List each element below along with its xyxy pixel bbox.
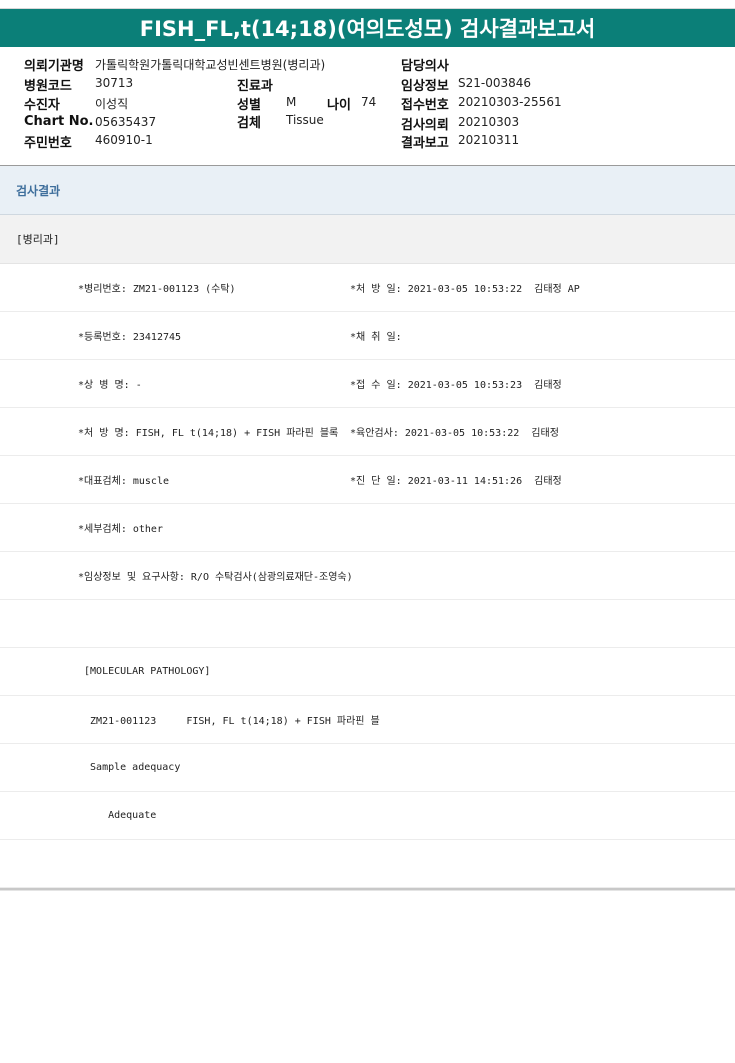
rrn-value: 460910-1 (95, 133, 153, 147)
result-row: *처 방 명: FISH, FL t(14;18) + FISH 파라핀 블록 … (0, 408, 735, 456)
patient-info-panel: 의뢰기관명 가톨릭학원가톨릭대학교성빈센트병원(병리과) 담당의사 병원코드 3… (0, 47, 735, 165)
hospital-code-value: 30713 (95, 76, 134, 90)
institution-value: 가톨릭학원가톨릭대학교성빈센트병원(병리과) (95, 58, 326, 72)
chart-no-value: 05635437 (95, 115, 157, 129)
patient-label: 수진자 (24, 98, 60, 113)
result-row: *등록번호: 23412745 *채 취 일: (0, 312, 735, 360)
detail-text: *세부검체: other (78, 524, 163, 535)
detail-text: ZM21-001123 FISH, FL t(14;18) + FISH 파라핀… (78, 716, 380, 727)
rrn-label: 주민번호 (24, 136, 72, 151)
receipt-no-label: 접수번호 (401, 98, 449, 113)
detail-text: Sample adequacy (78, 762, 181, 773)
doctor-label: 담당의사 (401, 59, 449, 74)
result-field-right: *육안검사: 2021-03-05 10:53:22 김태정 (350, 428, 559, 439)
detail-row (0, 600, 735, 648)
request-value: 20210303 (458, 115, 520, 129)
detail-row: [MOLECULAR PATHOLOGY] (0, 648, 735, 696)
report-value: 20210311 (458, 133, 520, 147)
sex-label: 성별 (237, 98, 261, 113)
result-field-right: *진 단 일: 2021-03-11 14:51:26 김태정 (350, 476, 562, 487)
receipt-no-value: 20210303-25561 (458, 95, 562, 109)
detail-row: ZM21-001123 FISH, FL t(14;18) + FISH 파라핀… (0, 696, 735, 744)
request-label: 검사의뢰 (401, 118, 449, 133)
report-label: 결과보고 (401, 136, 449, 151)
result-field-left: *처 방 명: FISH, FL t(14;18) + FISH 파라핀 블록 (78, 428, 339, 439)
department-header: [병리과] (0, 215, 735, 264)
result-field-left: *대표검체: muscle (78, 476, 169, 487)
result-field-left: *병리번호: ZM21-001123 (수탁) (78, 284, 236, 295)
sex-value: M (286, 95, 297, 109)
result-field-right: *채 취 일: (350, 332, 402, 343)
detail-text: [MOLECULAR PATHOLOGY] (78, 666, 211, 677)
result-row: *대표검체: muscle *진 단 일: 2021-03-11 14:51:2… (0, 456, 735, 504)
result-field-left: *등록번호: 23412745 (78, 332, 182, 343)
hospital-code-label: 병원코드 (24, 79, 72, 94)
institution-label: 의뢰기관명 (24, 59, 84, 74)
specimen-label: 검체 (237, 116, 261, 131)
age-value: 74 (361, 95, 377, 109)
result-row: *병리번호: ZM21-001123 (수탁) *처 방 일: 2021-03-… (0, 264, 735, 312)
detail-row: Adequate (0, 792, 735, 840)
department-label: 진료과 (237, 79, 273, 94)
result-row: *상 병 명: - *접 수 일: 2021-03-05 10:53:23 김태… (0, 360, 735, 408)
report-bottom-border (0, 888, 735, 891)
result-field-right: *처 방 일: 2021-03-05 10:53:22 김태정 AP (350, 284, 580, 295)
detail-text: Adequate (78, 810, 157, 821)
results-section-title: 검사결과 (0, 166, 735, 215)
chart-no-label: Chart No. (24, 114, 94, 129)
detail-row: *세부검체: other (0, 504, 735, 552)
result-field-right: *접 수 일: 2021-03-05 10:53:23 김태정 (350, 380, 562, 391)
result-rows: *병리번호: ZM21-001123 (수탁) *처 방 일: 2021-03-… (0, 264, 735, 888)
window-top-edge (0, 0, 735, 9)
result-field-left: *상 병 명: - (78, 380, 142, 391)
clinical-info-value: S21-003846 (458, 76, 532, 90)
detail-text: *임상정보 및 요구사항: R/O 수탁검사(삼광의료재단-조영숙) (78, 572, 353, 583)
detail-row (0, 840, 735, 888)
specimen-value: Tissue (286, 113, 324, 127)
clinical-info-label: 임상정보 (401, 79, 449, 94)
detail-row: Sample adequacy (0, 744, 735, 792)
patient-value: 이성직 (95, 97, 129, 111)
age-label: 나이 (327, 98, 351, 113)
detail-row: *임상정보 및 요구사항: R/O 수탁검사(삼광의료재단-조영숙) (0, 552, 735, 600)
report-title: FISH_FL,t(14;18)(여의도성모) 검사결과보고서 (0, 9, 735, 47)
